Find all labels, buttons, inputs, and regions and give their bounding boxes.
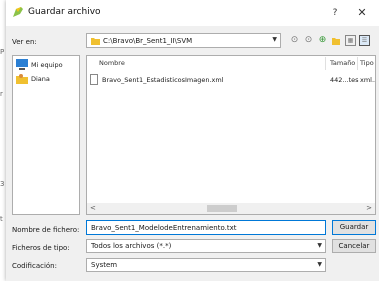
list-view-icon[interactable]: ▦: [345, 35, 356, 46]
column-header-size[interactable]: Tamaño: [330, 56, 355, 71]
sidebar-item-label: Mi equipo: [31, 61, 63, 69]
sidebar: Mi equipo Diana: [12, 55, 80, 215]
forward-icon[interactable]: ⊙: [303, 35, 314, 46]
encoding-value: System: [91, 261, 118, 269]
up-folder-icon[interactable]: ⊕: [317, 35, 328, 46]
sidebar-item-mi-equipo[interactable]: Mi equipo: [16, 59, 78, 71]
back-icon[interactable]: ⊙: [289, 35, 300, 46]
sidebar-item-diana[interactable]: Diana: [16, 73, 78, 85]
help-button[interactable]: ?: [327, 5, 343, 21]
background-text: r: [0, 90, 3, 98]
location-path: C:\Bravo\Br_Sent1_II\SVM: [103, 37, 193, 45]
column-header-type[interactable]: Tipo: [360, 56, 374, 71]
encoding-label: Codificación:: [12, 262, 57, 270]
location-combo[interactable]: C:\Bravo\Br_Sent1_II\SVM ▼: [86, 33, 281, 48]
file-row[interactable]: Bravo_Sent1_EstadisticosImagen.xml 442..…: [87, 74, 375, 86]
background-text: 3: [0, 180, 5, 188]
filename-input[interactable]: Bravo_Sent1_ModelodeEntrenamiento.txt: [86, 220, 326, 235]
detail-view-icon[interactable]: ☰: [359, 35, 370, 46]
folder-icon: [91, 38, 100, 45]
location-label: Ver en:: [12, 38, 37, 46]
title-bar: Guardar archivo ? ✕: [6, 0, 379, 26]
close-button[interactable]: ✕: [354, 5, 370, 21]
scroll-left-icon[interactable]: <: [90, 204, 96, 212]
filetype-select[interactable]: Todos los archivos (*.*) ▼: [86, 239, 326, 253]
sidebar-item-label: Diana: [31, 75, 50, 83]
horizontal-scrollbar[interactable]: < >: [87, 203, 375, 214]
save-button[interactable]: Guardar: [332, 220, 376, 235]
file-type: xml...: [360, 76, 375, 84]
computer-icon: [16, 59, 28, 70]
background-text: t: [0, 215, 3, 223]
chevron-down-icon: ▼: [317, 261, 322, 268]
app-icon: [13, 7, 23, 17]
column-divider[interactable]: [325, 57, 326, 70]
filename-label: Nombre de fichero:: [12, 226, 80, 234]
save-file-dialog: Guardar archivo ? ✕ Ver en: C:\Bravo\Br_…: [6, 0, 379, 281]
dialog-title: Guardar archivo: [28, 7, 101, 17]
file-name: Bravo_Sent1_EstadisticosImagen.xml: [102, 76, 224, 84]
encoding-select[interactable]: System ▼: [86, 258, 326, 272]
filetype-label: Ficheros de tipo:: [12, 244, 70, 252]
chevron-down-icon: ▼: [317, 242, 322, 249]
sort-ascending-icon: ^: [227, 55, 233, 61]
scroll-right-icon[interactable]: >: [366, 204, 372, 212]
filetype-value: Todos los archivos (*.*): [91, 242, 172, 250]
file-size: 442...tes: [330, 76, 359, 84]
chevron-down-icon: ▼: [272, 36, 277, 43]
file-icon: [90, 74, 98, 85]
user-folder-icon: [16, 74, 28, 84]
column-divider[interactable]: [357, 57, 358, 70]
scrollbar-thumb[interactable]: [207, 205, 237, 212]
file-list[interactable]: Nombre ^ Tamaño Tipo Bravo_Sent1_Estadis…: [86, 55, 376, 215]
cancel-button[interactable]: Cancelar: [332, 239, 376, 253]
column-header-name[interactable]: Nombre: [99, 56, 125, 71]
new-folder-icon[interactable]: [332, 37, 340, 45]
background-text: P: [0, 48, 5, 56]
filename-value: Bravo_Sent1_ModelodeEntrenamiento.txt: [91, 224, 237, 232]
